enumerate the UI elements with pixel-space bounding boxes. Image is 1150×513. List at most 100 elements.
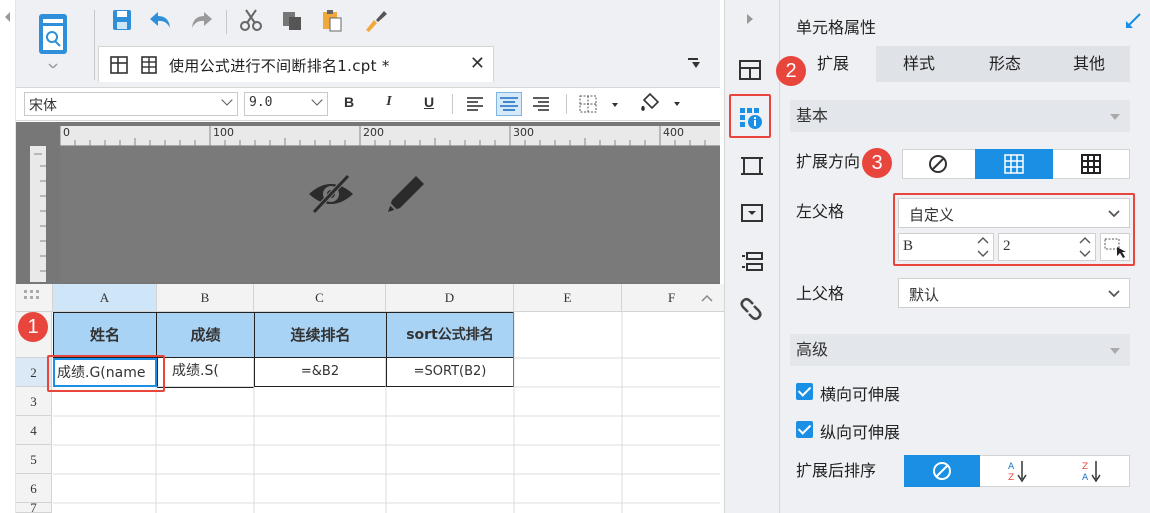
grid-lines (53, 312, 720, 513)
copy-icon[interactable] (280, 8, 306, 32)
horizontal-expand-checkbox[interactable] (796, 383, 813, 400)
ruler-mark: 0 (63, 126, 70, 139)
expand-panel-icon[interactable] (744, 12, 756, 30)
left-parent-label: 左父格 (796, 202, 845, 221)
select-all-corner[interactable] (16, 284, 53, 312)
tab-close-button[interactable]: ✕ (470, 53, 485, 74)
column-header-f-label: F (668, 290, 676, 305)
svg-text:A: A (1082, 473, 1089, 483)
hyperlink-icon[interactable] (738, 296, 764, 326)
chevron-down-icon (1110, 114, 1120, 120)
sort-ascending-icon[interactable]: AZ (980, 455, 1054, 487)
horizontal-expand-label: 横向可伸展 (820, 385, 901, 404)
column-header-e[interactable]: E (514, 284, 622, 312)
align-center-icon[interactable] (496, 92, 522, 116)
collapse-left-icon[interactable] (5, 12, 10, 22)
column-header-d[interactable]: D (386, 284, 514, 312)
chevron-down-icon (1110, 348, 1120, 354)
tab-form[interactable]: 形态 (962, 46, 1048, 82)
no-sort-option[interactable] (904, 455, 980, 487)
ruler-mark: 200 (363, 126, 384, 139)
tab-style[interactable]: 样式 (876, 46, 962, 82)
annotation-highlight-left-parent (893, 193, 1135, 266)
underline-button[interactable]: U (418, 94, 440, 110)
svg-text:A: A (1008, 462, 1015, 472)
toolbar-divider (452, 94, 453, 114)
svg-text:Z: Z (1082, 462, 1088, 472)
no-expand-option[interactable] (902, 149, 974, 179)
ruler-mark: 100 (213, 126, 234, 139)
column-header-c[interactable]: C (254, 284, 386, 312)
annotation-badge-2: 2 (776, 56, 806, 86)
hidden-eye-icon[interactable] (306, 172, 356, 220)
svg-text:Z: Z (1008, 473, 1014, 483)
undo-icon[interactable] (148, 8, 174, 32)
cpt-file-icon (139, 55, 159, 79)
align-left-icon[interactable] (464, 94, 486, 118)
column-header-a[interactable]: A (53, 284, 157, 312)
condition-attr-icon[interactable] (740, 250, 764, 278)
expand-direction-label: 扩展方向 (796, 152, 861, 171)
cell-element-icon[interactable] (738, 58, 766, 86)
column-header-b[interactable]: B (157, 284, 254, 312)
tab-title: 使用公式进行不间断排名1.cpt * (169, 57, 390, 75)
chevron-down-icon (1108, 290, 1120, 298)
bold-button[interactable]: B (338, 94, 360, 110)
scroll-up-icon[interactable] (700, 292, 714, 307)
left-edge-strip (0, 0, 16, 513)
redo-icon[interactable] (188, 8, 214, 32)
top-parent-select[interactable]: 默认 (898, 278, 1130, 308)
fill-color-icon[interactable] (638, 92, 684, 118)
panel-title: 单元格属性 (796, 18, 877, 37)
basic-section-label: 基本 (796, 106, 829, 125)
vertical-expand-label: 纵向可伸展 (820, 423, 901, 442)
font-size-value: 9.0 (249, 95, 273, 110)
report-layout-icon (109, 55, 129, 79)
document-tab[interactable]: 使用公式进行不间断排名1.cpt * ✕ (98, 46, 494, 82)
toolbar-divider (226, 10, 227, 34)
chevron-down-icon (311, 94, 323, 106)
ruler-mark: 300 (513, 126, 534, 139)
basic-section-header[interactable]: 基本 (790, 100, 1130, 132)
widget-icon[interactable] (740, 202, 764, 228)
cut-icon[interactable] (238, 8, 264, 32)
edit-pencil-icon[interactable] (380, 170, 430, 222)
tab-menu-icon[interactable] (686, 56, 702, 74)
template-logo-icon[interactable] (36, 10, 74, 70)
format-painter-icon[interactable] (362, 8, 388, 32)
top-parent-label: 上父格 (796, 284, 845, 303)
row-header-5[interactable]: 5 (16, 445, 52, 474)
annotation-badge-3: 3 (862, 148, 892, 178)
top-parent-value: 默认 (909, 286, 940, 304)
border-icon[interactable] (578, 94, 622, 118)
vertical-expand-checkbox[interactable] (796, 421, 813, 438)
paste-icon[interactable] (320, 8, 346, 32)
horizontal-expand-option[interactable] (1054, 149, 1130, 179)
chevron-down-icon (221, 94, 233, 106)
toolbar-divider (566, 94, 567, 114)
align-right-icon[interactable] (530, 94, 552, 118)
row-header-4[interactable]: 4 (16, 416, 52, 445)
toolbar-divider (94, 10, 95, 80)
annotation-badge-1: 1 (18, 312, 48, 342)
annotation-highlight-a2 (47, 355, 165, 392)
vertical-ruler (30, 146, 46, 282)
advanced-section-header[interactable]: 高级 (790, 334, 1130, 366)
font-size-select[interactable]: 9.0 (244, 92, 328, 116)
vertical-expand-option[interactable] (975, 149, 1053, 179)
annotation-highlight-attr-icon (729, 94, 771, 138)
italic-button[interactable]: I (378, 94, 400, 110)
tab-other[interactable]: 其他 (1048, 46, 1130, 82)
sort-after-expand-label: 扩展后排序 (796, 461, 877, 480)
horizontal-ruler: 0 100 200 300 400 (60, 126, 720, 146)
dock-arrow-icon[interactable] (1124, 12, 1142, 34)
save-icon[interactable] (110, 8, 136, 32)
font-family-select[interactable]: 宋体 (24, 92, 238, 116)
sort-descending-icon[interactable]: ZA (1054, 455, 1130, 487)
advanced-section-label: 高级 (796, 340, 829, 359)
font-family-value: 宋体 (29, 98, 57, 114)
row-header-7[interactable]: 7 (16, 503, 52, 513)
ruler-mark: 400 (663, 126, 684, 139)
row-header-6[interactable]: 6 (16, 474, 52, 503)
cell-style-icon[interactable] (740, 154, 764, 182)
